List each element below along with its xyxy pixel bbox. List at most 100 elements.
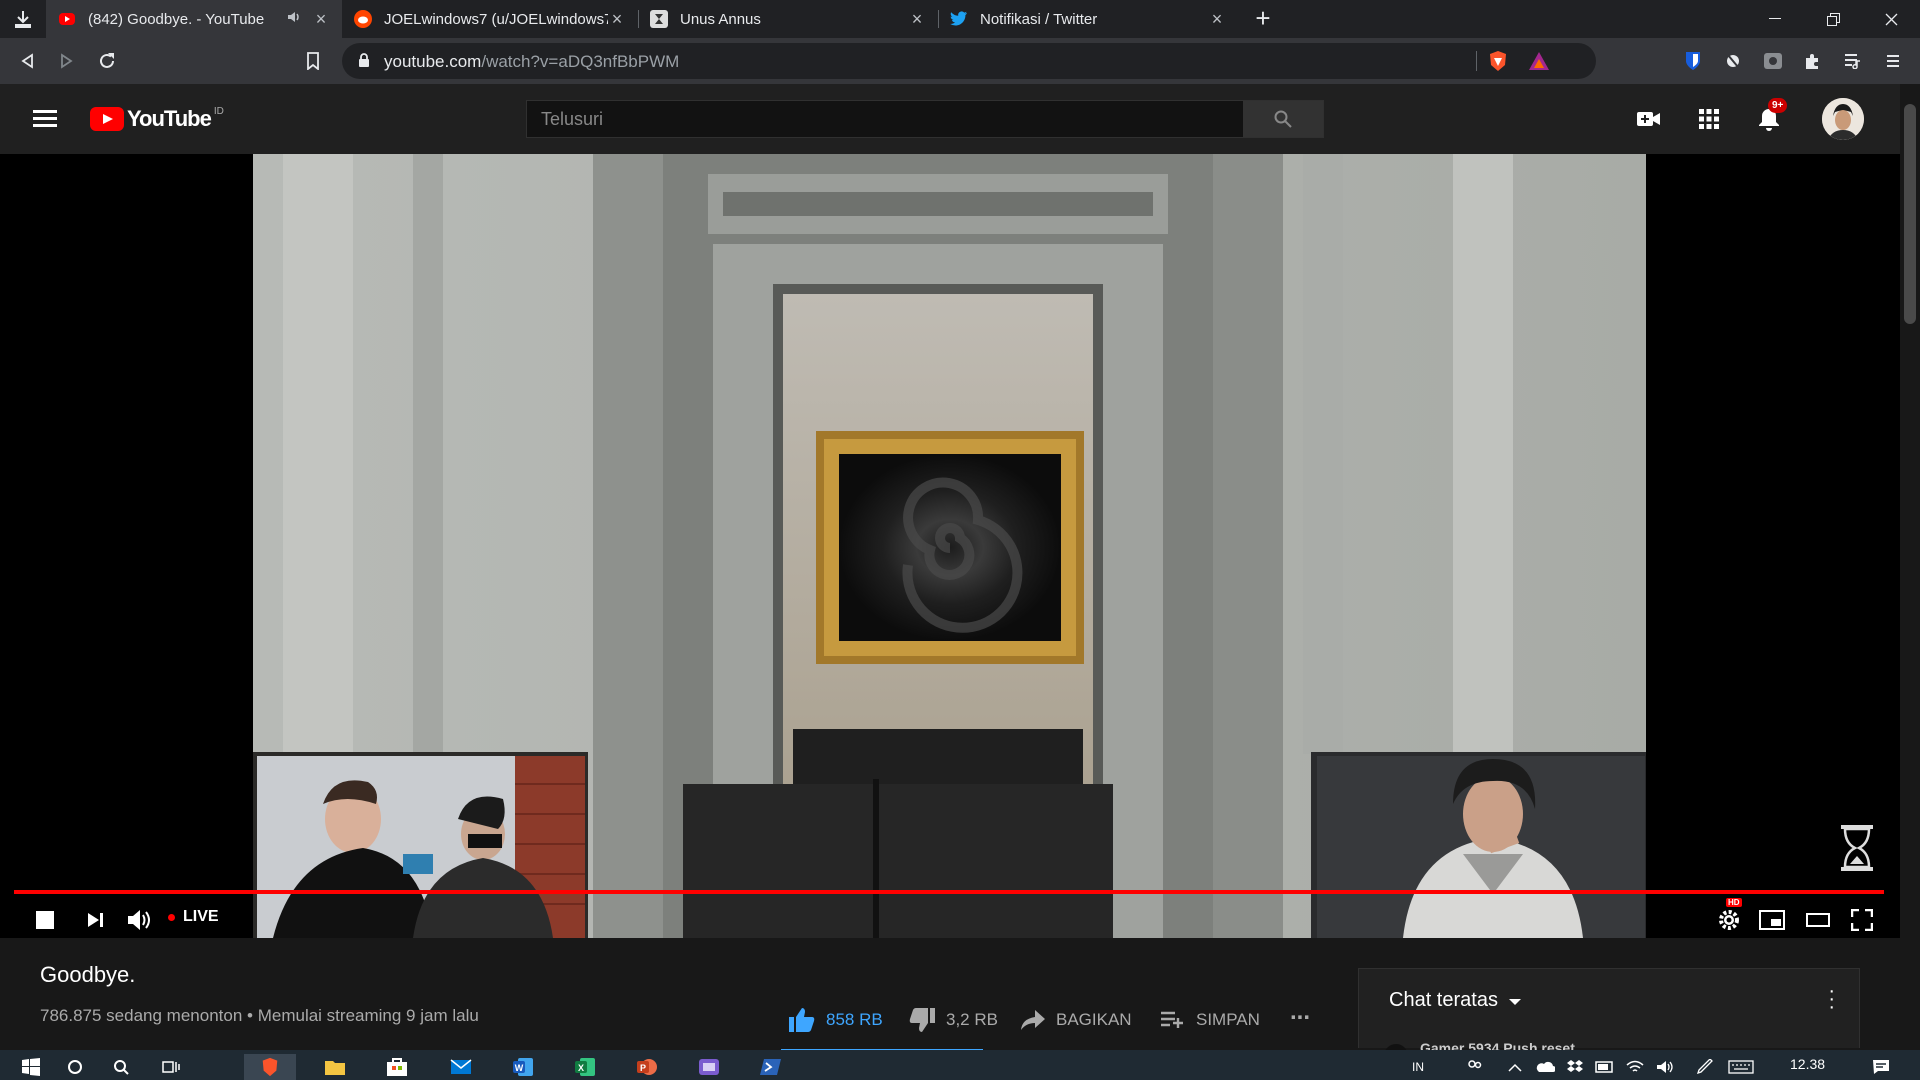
miniplayer-icon[interactable] bbox=[1754, 902, 1790, 938]
menu-icon[interactable] bbox=[1878, 46, 1908, 76]
fullscreen-icon[interactable] bbox=[1844, 902, 1880, 938]
reload-icon[interactable] bbox=[92, 46, 122, 76]
search-input[interactable] bbox=[527, 101, 1249, 137]
powerpoint-icon[interactable]: P bbox=[632, 1054, 662, 1080]
url-text[interactable]: youtube.com/watch?v=aDQ3nfBbPWM bbox=[384, 52, 679, 72]
youtube-logo[interactable]: YouTube ID bbox=[90, 106, 224, 132]
action-center-icon[interactable] bbox=[1866, 1054, 1896, 1080]
back-icon[interactable] bbox=[12, 46, 42, 76]
downloads-icon[interactable] bbox=[0, 0, 46, 38]
next-button[interactable] bbox=[78, 902, 112, 938]
more-vert-icon[interactable]: · · · bbox=[1828, 981, 1835, 1017]
minimize-button[interactable] bbox=[1746, 0, 1804, 38]
live-chat-panel: Chat teratas · · · bbox=[1358, 968, 1860, 1048]
chevron-down-icon[interactable] bbox=[1509, 999, 1521, 1005]
stop-button[interactable] bbox=[28, 902, 62, 938]
save-button[interactable]: SIMPAN bbox=[1160, 1006, 1260, 1034]
brave-taskbar-icon[interactable] bbox=[244, 1054, 296, 1080]
app-icon[interactable] bbox=[694, 1054, 724, 1080]
bitwarden-icon[interactable] bbox=[1678, 46, 1708, 76]
puzzle-icon[interactable] bbox=[1798, 46, 1828, 76]
address-divider bbox=[1476, 51, 1477, 71]
svg-text:P: P bbox=[640, 1063, 646, 1073]
volume-icon[interactable] bbox=[122, 902, 158, 938]
search-icon[interactable] bbox=[106, 1054, 136, 1080]
close-tab-icon[interactable]: × bbox=[1208, 10, 1226, 28]
tab-title: (842) Goodbye. - YouTube bbox=[88, 10, 265, 28]
thumbs-down-icon bbox=[909, 1008, 935, 1032]
extension-icon[interactable] bbox=[1718, 46, 1748, 76]
cortana-icon[interactable] bbox=[60, 1054, 90, 1080]
live-label: LIVE bbox=[183, 908, 219, 925]
wifi-icon[interactable] bbox=[1620, 1054, 1650, 1080]
notifications-bell-icon[interactable]: 9+ bbox=[1754, 98, 1788, 134]
reddit-icon bbox=[354, 10, 372, 28]
svg-text:X: X bbox=[578, 1063, 584, 1073]
video-frame[interactable] bbox=[253, 154, 1646, 938]
taskbar-clock[interactable]: 12.38 bbox=[1790, 1056, 1825, 1072]
pen-icon[interactable] bbox=[1690, 1054, 1720, 1080]
settings-gear-icon[interactable]: HD bbox=[1712, 898, 1746, 938]
unus-annus-icon bbox=[650, 10, 668, 28]
close-tab-icon[interactable]: × bbox=[312, 10, 330, 28]
video-player[interactable]: LIVE HD bbox=[0, 154, 1900, 938]
page-scrollbar[interactable] bbox=[1900, 84, 1920, 1050]
mail-icon[interactable] bbox=[446, 1054, 476, 1080]
create-video-icon[interactable] bbox=[1634, 104, 1664, 134]
tab-youtube[interactable]: (842) Goodbye. - YouTube × bbox=[46, 0, 342, 38]
share-button[interactable]: BAGIKAN bbox=[1020, 1006, 1132, 1034]
progress-bar[interactable] bbox=[14, 890, 1884, 894]
more-actions-button[interactable]: ... bbox=[1290, 998, 1310, 1026]
playlist-add-icon bbox=[1161, 1011, 1183, 1028]
media-icon[interactable] bbox=[1838, 46, 1868, 76]
excel-icon[interactable]: X bbox=[570, 1054, 600, 1080]
more-actions-label: ... bbox=[1290, 998, 1311, 1025]
chevron-up-icon[interactable] bbox=[1500, 1054, 1530, 1080]
people-icon[interactable] bbox=[1460, 1054, 1490, 1080]
address-bar[interactable]: youtube.com/watch?v=aDQ3nfBbPWM bbox=[342, 43, 1596, 79]
youtube-header: YouTube ID 9+ bbox=[0, 84, 1900, 154]
extension-icon[interactable] bbox=[1758, 46, 1788, 76]
word-icon[interactable]: W bbox=[508, 1054, 538, 1080]
new-tab-button[interactable]: + bbox=[1248, 4, 1278, 34]
apps-grid-icon[interactable] bbox=[1694, 104, 1724, 134]
like-button[interactable]: 858 RB bbox=[788, 1006, 883, 1034]
scrollbar-thumb[interactable] bbox=[1904, 104, 1916, 324]
brave-rewards-icon[interactable] bbox=[1528, 51, 1550, 76]
tab-title: JOELwindows7 (u/JOELwindows7) - bbox=[384, 10, 608, 28]
speaker-icon[interactable] bbox=[286, 10, 302, 28]
store-icon[interactable] bbox=[382, 1054, 412, 1080]
powershell-icon[interactable] bbox=[756, 1054, 786, 1080]
dislike-button[interactable]: 3,2 RB bbox=[908, 1006, 998, 1034]
close-tab-icon[interactable]: × bbox=[908, 10, 926, 28]
dropbox-icon[interactable] bbox=[1560, 1054, 1590, 1080]
close-tab-icon[interactable]: × bbox=[608, 10, 626, 28]
task-view-icon[interactable] bbox=[156, 1054, 186, 1080]
onedrive-icon[interactable] bbox=[1530, 1054, 1560, 1080]
search-button[interactable] bbox=[1243, 101, 1323, 137]
file-explorer-icon[interactable] bbox=[320, 1054, 350, 1080]
meta-separator: • bbox=[247, 1006, 253, 1025]
youtube-play-icon bbox=[90, 107, 124, 131]
restore-button[interactable] bbox=[1804, 0, 1862, 38]
theater-mode-icon[interactable] bbox=[1800, 902, 1836, 938]
battery-icon[interactable] bbox=[1590, 1054, 1620, 1080]
tab-unus-annus[interactable]: Unus Annus × bbox=[638, 0, 938, 38]
tab-twitter[interactable]: Notifikasi / Twitter × bbox=[938, 0, 1238, 38]
thumbs-up-icon bbox=[789, 1008, 815, 1032]
input-language[interactable]: IN bbox=[1412, 1060, 1424, 1074]
forward-icon[interactable] bbox=[52, 46, 82, 76]
tab-reddit[interactable]: JOELwindows7 (u/JOELwindows7) - × bbox=[342, 0, 638, 38]
live-indicator[interactable]: LIVE bbox=[168, 908, 219, 926]
guide-menu-icon[interactable] bbox=[28, 106, 62, 132]
brave-shields-icon[interactable] bbox=[1488, 50, 1508, 77]
chat-mode-label[interactable]: Chat teratas bbox=[1389, 989, 1498, 1012]
bookmark-icon[interactable] bbox=[298, 46, 328, 76]
lock-icon[interactable] bbox=[358, 52, 370, 73]
keyboard-icon[interactable] bbox=[1726, 1054, 1756, 1080]
volume-tray-icon[interactable] bbox=[1650, 1054, 1680, 1080]
close-window-button[interactable] bbox=[1862, 0, 1920, 38]
avatar[interactable] bbox=[1822, 98, 1864, 140]
windows-start-icon[interactable] bbox=[16, 1054, 46, 1080]
url-path: /watch?v=aDQ3nfBbPWM bbox=[481, 52, 680, 71]
